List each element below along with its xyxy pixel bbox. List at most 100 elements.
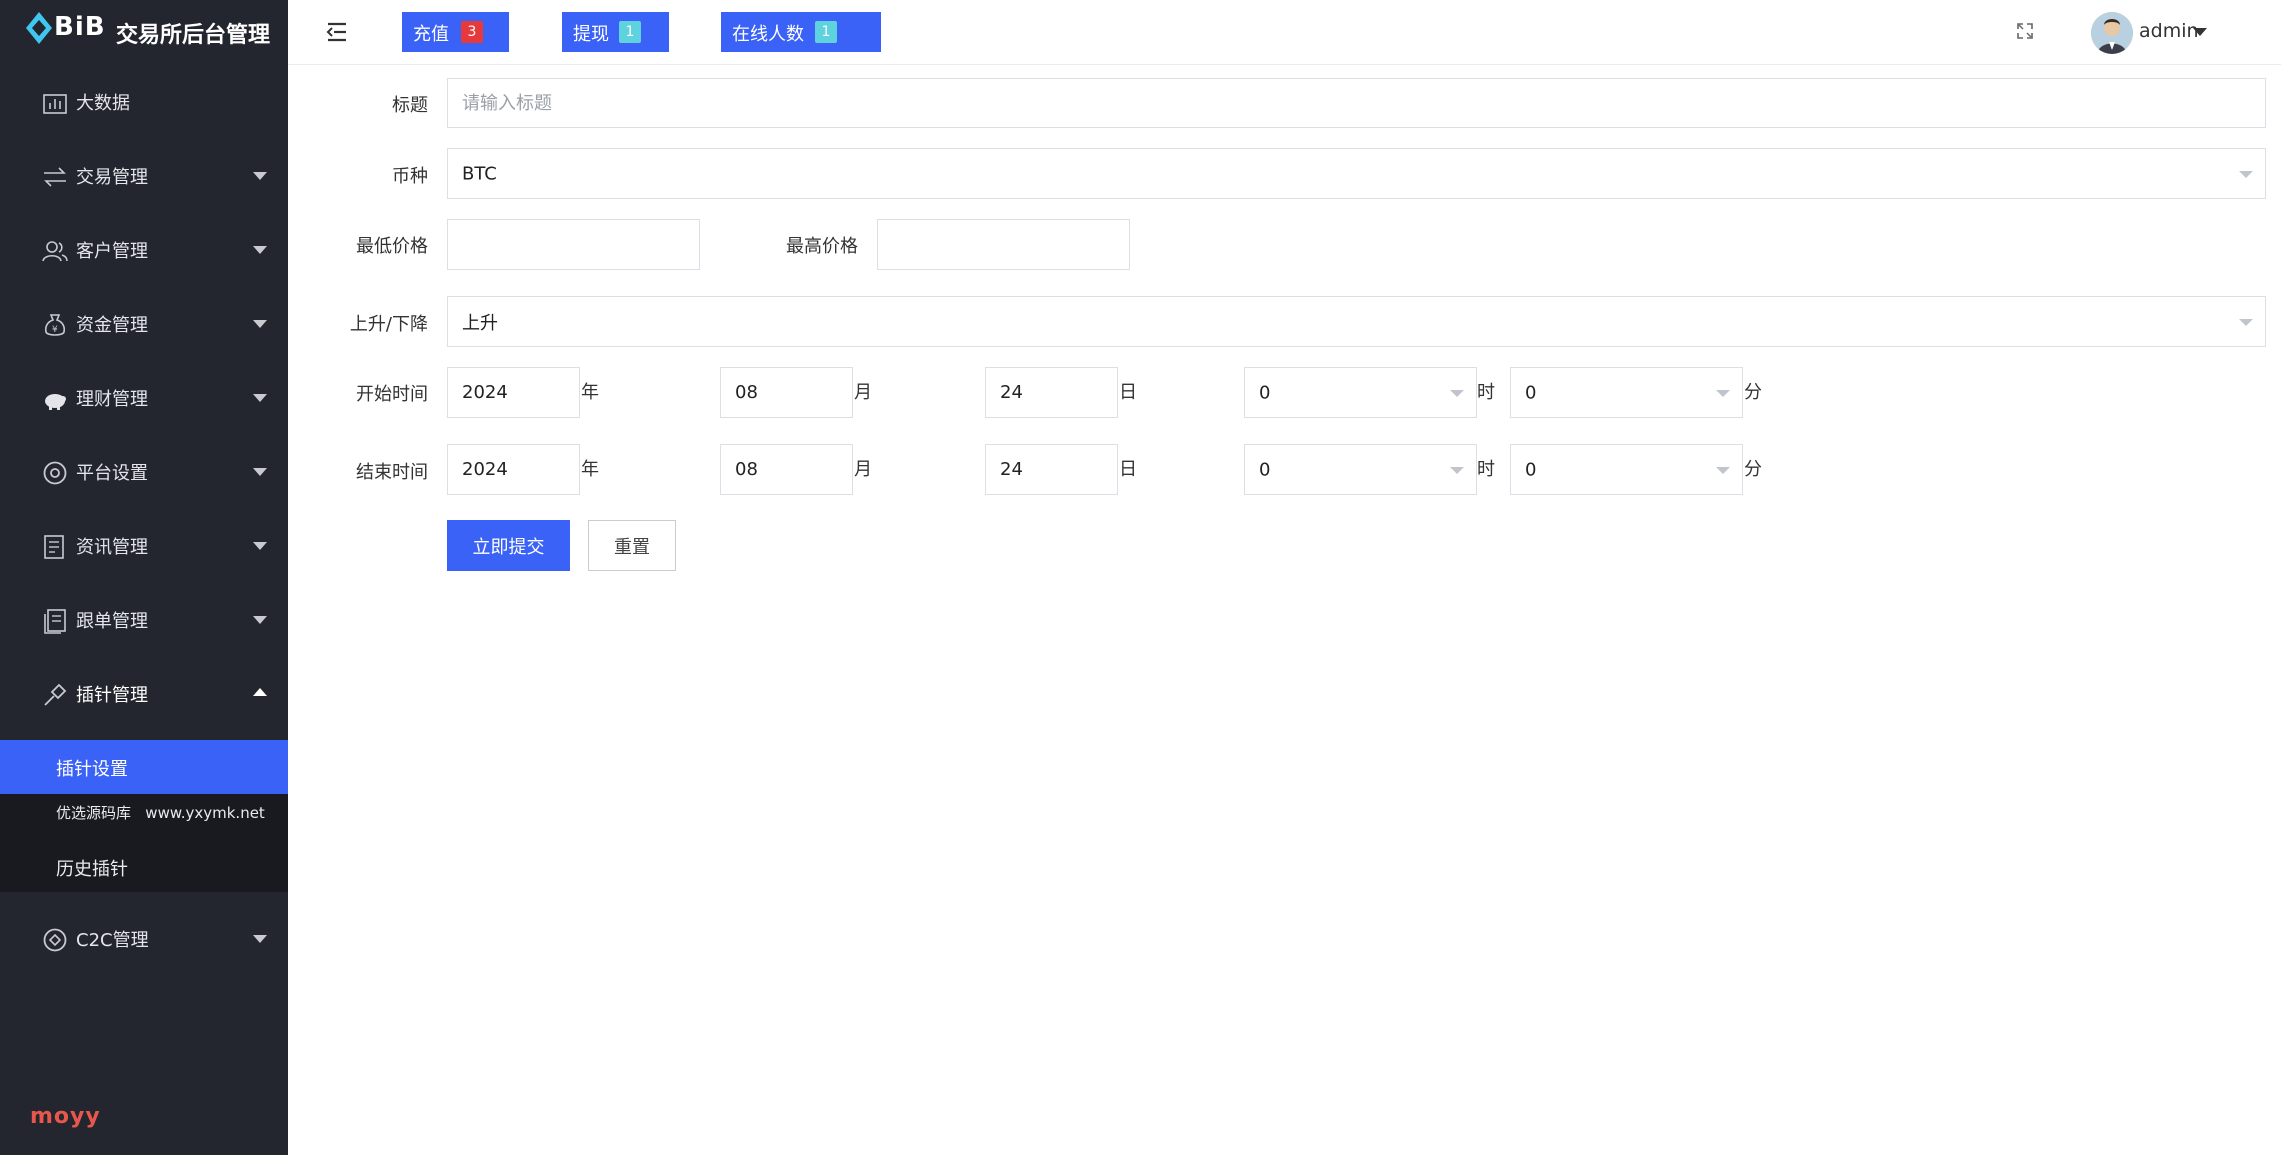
app-title: 交易所后台管理 <box>116 23 271 48</box>
chevron-down-icon <box>253 246 267 254</box>
sidebar-subitem-source-link[interactable]: 优选源码库 www.yxymk.net <box>0 794 288 830</box>
logo-diamond-icon <box>26 12 52 44</box>
start-day-input[interactable] <box>985 367 1118 418</box>
coin-select[interactable]: BTC <box>447 148 2266 199</box>
minute-unit: 分 <box>1744 382 1762 403</box>
max-price-label: 最高价格 <box>786 236 858 257</box>
online-users-button[interactable]: 在线人数 1 <box>721 12 881 52</box>
min-price-label: 最低价格 <box>356 236 428 257</box>
sidebar-item-copy-trade[interactable]: 跟单管理 <box>0 583 288 657</box>
money-bag-icon: ¥ <box>44 314 66 336</box>
sidebar-item-trade[interactable]: 交易管理 <box>0 139 288 213</box>
pin-icon <box>44 683 67 706</box>
sidebar: BiB 交易所后台管理 大数据 交易管理 客户管理 ¥ 资金管理 理财管理 平台… <box>0 0 288 1155</box>
document-icon <box>44 609 66 634</box>
sidebar-item-big-data[interactable]: 大数据 <box>0 65 288 139</box>
sidebar-subitem-label: 插针设置 <box>56 759 128 780</box>
chevron-down-icon <box>253 542 267 550</box>
withdraw-badge: 1 <box>619 21 641 43</box>
sidebar-item-funds[interactable]: ¥ 资金管理 <box>0 287 288 361</box>
end-hour-value: 0 <box>1259 459 1271 480</box>
end-minute-select[interactable]: 0 <box>1510 444 1743 495</box>
chevron-down-icon <box>1450 466 1464 474</box>
hour-unit: 时 <box>1477 382 1495 403</box>
sidebar-item-wealth[interactable]: 理财管理 <box>0 361 288 435</box>
sidebar-item-label: 交易管理 <box>76 167 148 188</box>
start-year-input[interactable] <box>447 367 580 418</box>
sidebar-item-platform-settings[interactable]: 平台设置 <box>0 435 288 509</box>
title-label: 标题 <box>392 95 428 116</box>
submit-button[interactable]: 立即提交 <box>447 520 570 571</box>
direction-select[interactable]: 上升 <box>447 296 2266 347</box>
direction-label: 上升/下降 <box>349 314 428 335</box>
hour-unit: 时 <box>1477 459 1495 480</box>
chevron-down-icon <box>253 468 267 476</box>
sidebar-item-c2c[interactable]: C2C管理 <box>0 902 288 976</box>
sidebar-subitem-label: 优选源码库 www.yxymk.net <box>56 804 265 822</box>
sidebar-item-news[interactable]: 资讯管理 <box>0 509 288 583</box>
month-unit: 月 <box>854 459 872 480</box>
direction-select-value: 上升 <box>462 312 498 334</box>
end-year-input[interactable] <box>447 444 580 495</box>
sidebar-item-label: 大数据 <box>76 93 130 114</box>
end-month-input[interactable] <box>720 444 853 495</box>
end-hour-select[interactable]: 0 <box>1244 444 1477 495</box>
year-unit: 年 <box>581 382 599 403</box>
coin-select-value: BTC <box>462 163 497 184</box>
settings-icon <box>43 461 67 485</box>
recharge-button[interactable]: 充值 3 <box>402 12 509 52</box>
c2c-icon <box>43 928 67 952</box>
chevron-down-icon[interactable] <box>2193 28 2207 36</box>
end-minute-value: 0 <box>1525 459 1537 480</box>
minute-unit: 分 <box>1744 459 1762 480</box>
start-minute-select[interactable]: 0 <box>1510 367 1743 418</box>
sidebar-item-label: 理财管理 <box>76 389 148 410</box>
recharge-badge: 3 <box>461 21 483 43</box>
online-users-badge: 1 <box>815 21 837 43</box>
sidebar-item-label: 资金管理 <box>76 315 148 336</box>
month-unit: 月 <box>854 382 872 403</box>
fullscreen-icon[interactable] <box>2016 22 2034 40</box>
sidebar-item-label: 跟单管理 <box>76 611 148 632</box>
avatar[interactable] <box>2091 12 2133 54</box>
chevron-down-icon <box>1716 466 1730 474</box>
sidebar-subitem-pin-history[interactable]: 历史插针 <box>0 840 288 894</box>
sidebar-item-label: C2C管理 <box>76 930 149 951</box>
online-users-label: 在线人数 <box>732 24 804 45</box>
chevron-down-icon <box>253 935 267 943</box>
chevron-down-icon <box>2239 318 2253 326</box>
sidebar-item-label: 资讯管理 <box>76 537 148 558</box>
exchange-icon <box>44 167 66 187</box>
logo-text: BiB <box>54 12 106 42</box>
day-unit: 日 <box>1119 382 1137 403</box>
chevron-down-icon <box>1450 389 1464 397</box>
coin-label: 币种 <box>392 166 428 187</box>
start-hour-select[interactable]: 0 <box>1244 367 1477 418</box>
end-day-input[interactable] <box>985 444 1118 495</box>
title-input[interactable] <box>447 78 2266 128</box>
sidebar-item-pin[interactable]: 插针管理 <box>0 657 288 731</box>
piggy-bank-icon <box>45 394 66 410</box>
menu-toggle-icon[interactable] <box>326 22 348 42</box>
chevron-up-icon <box>253 688 267 696</box>
sidebar-item-customers[interactable]: 客户管理 <box>0 213 288 287</box>
year-unit: 年 <box>581 459 599 480</box>
svg-text:¥: ¥ <box>52 325 58 335</box>
username[interactable]: admin <box>2139 20 2199 42</box>
chevron-down-icon <box>2239 170 2253 178</box>
sidebar-subitem-label: 历史插针 <box>56 859 128 880</box>
end-time-label: 结束时间 <box>356 462 428 483</box>
users-icon <box>42 241 68 262</box>
withdraw-button[interactable]: 提现 1 <box>562 12 669 52</box>
chevron-down-icon <box>253 394 267 402</box>
sidebar-item-label: 插针管理 <box>76 685 148 706</box>
watermark: moyy <box>30 1104 101 1129</box>
start-hour-value: 0 <box>1259 382 1271 403</box>
sidebar-subitem-pin-settings[interactable]: 插针设置 <box>0 740 288 794</box>
min-price-input[interactable] <box>447 219 700 270</box>
sidebar-item-label: 平台设置 <box>76 463 148 484</box>
max-price-input[interactable] <box>877 219 1130 270</box>
logo: BiB 交易所后台管理 <box>0 0 288 64</box>
reset-button[interactable]: 重置 <box>588 520 676 571</box>
start-month-input[interactable] <box>720 367 853 418</box>
